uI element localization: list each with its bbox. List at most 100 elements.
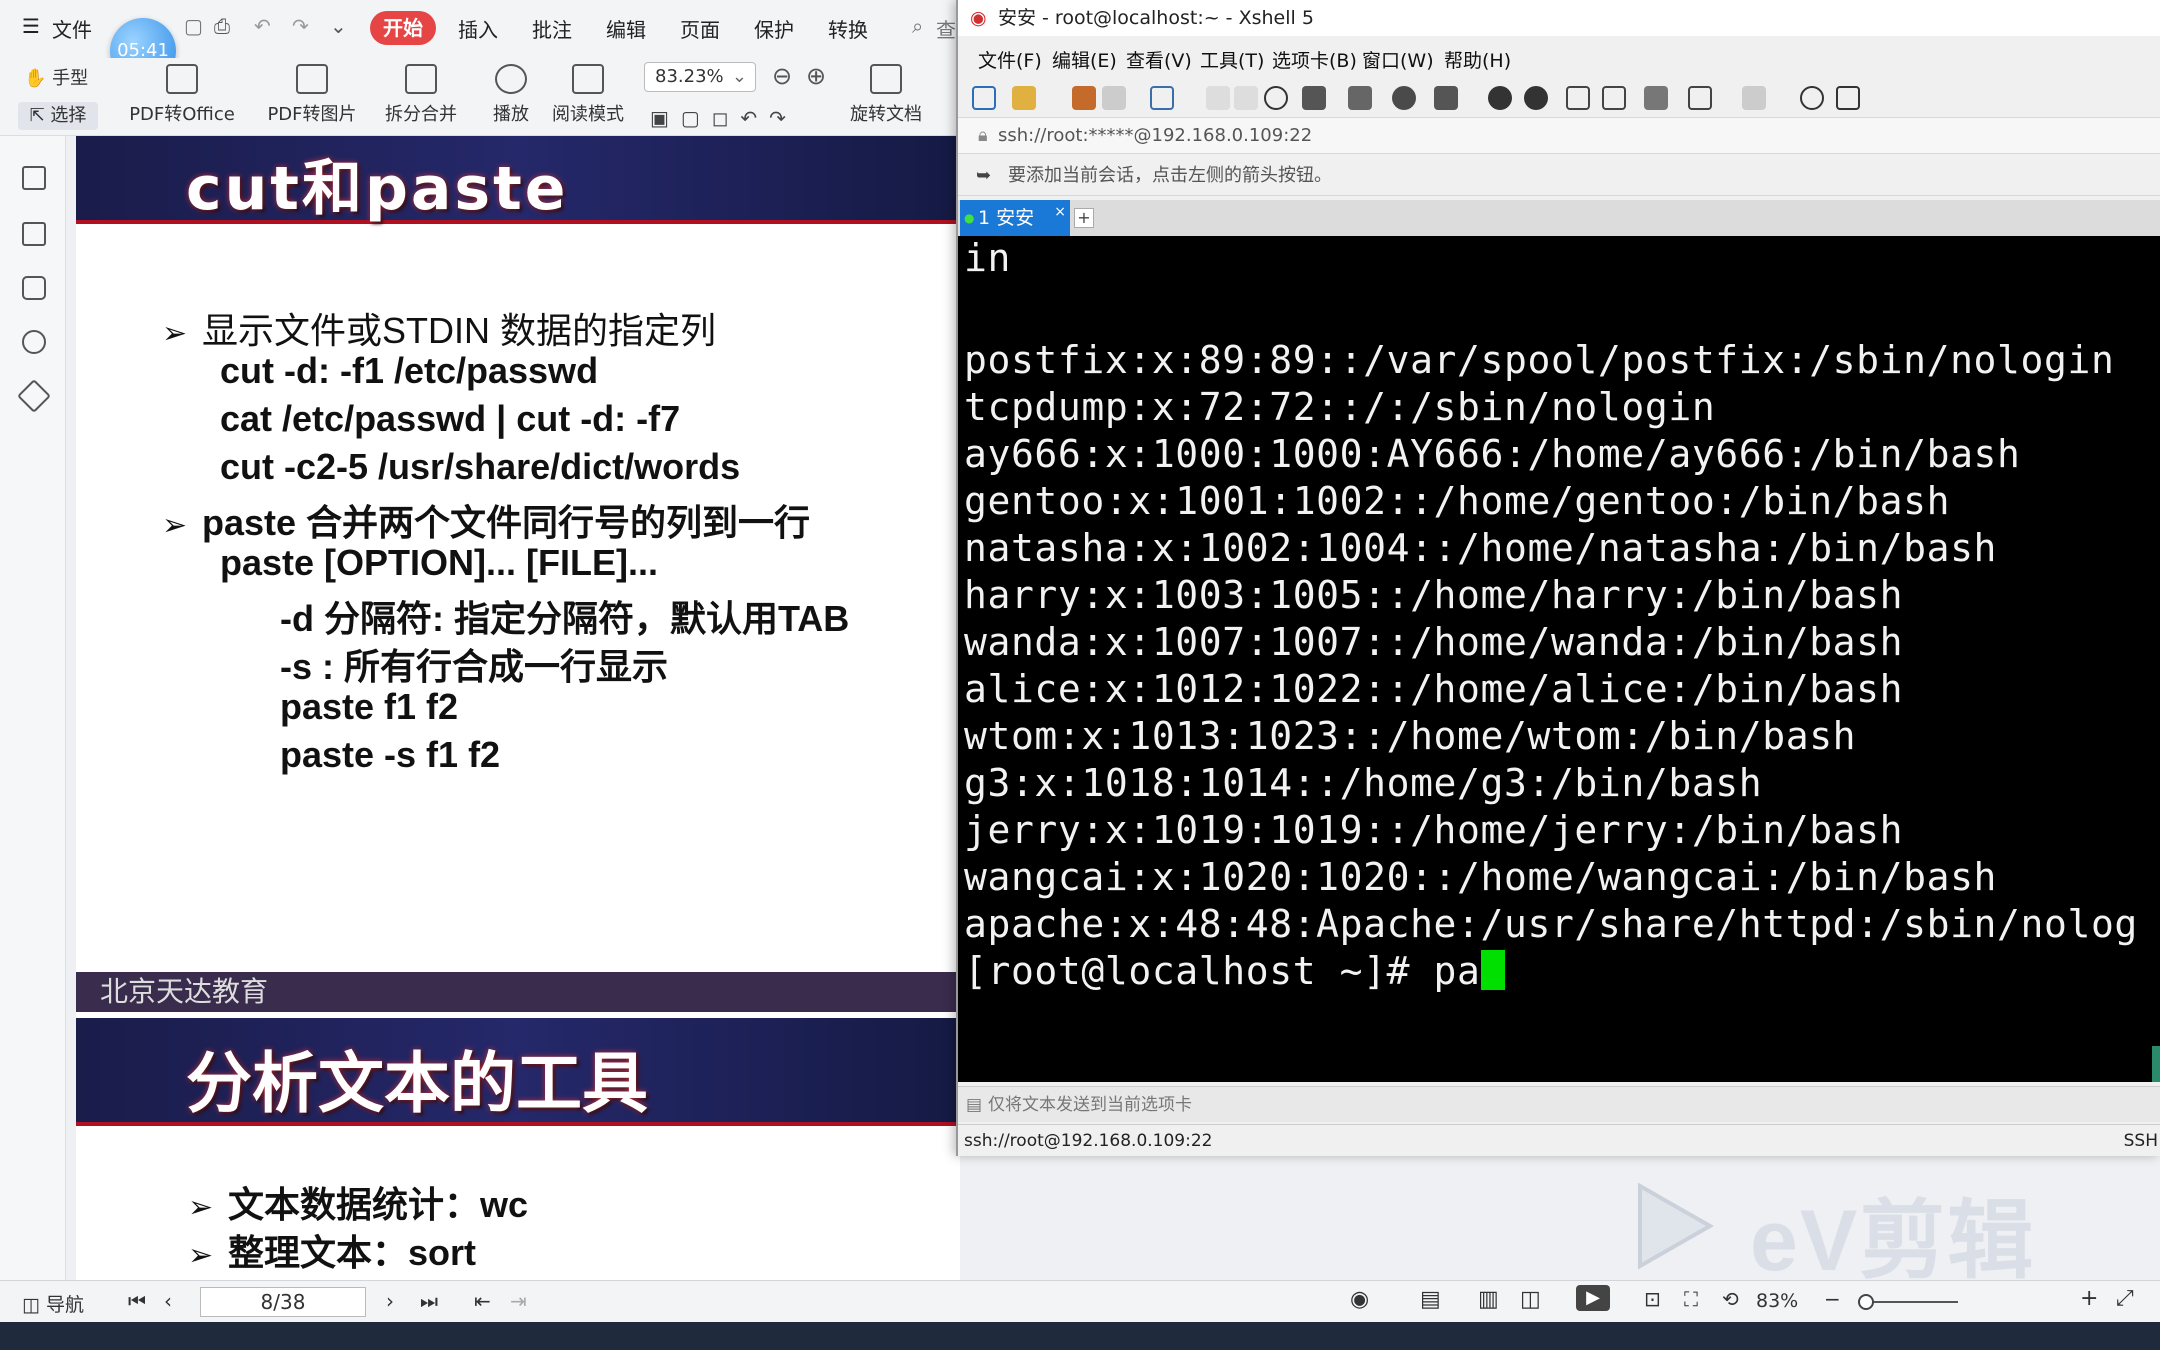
xftp-icon[interactable] <box>1488 86 1512 110</box>
lock-icon[interactable] <box>1602 86 1626 110</box>
search-icon[interactable]: ⌕ <box>912 14 923 38</box>
find-icon[interactable] <box>1264 86 1288 110</box>
add-tab-icon[interactable] <box>1688 86 1712 110</box>
compose-bar[interactable]: ▤ 仅将文本发送到当前选项卡 <box>958 1086 2160 1122</box>
menu-convert[interactable]: 转换 <box>828 14 868 43</box>
menu-item-view[interactable]: 查看(V) <box>1126 46 1192 73</box>
code-line: cat /etc/passwd | cut -d: -f7 <box>220 398 681 439</box>
globe-icon[interactable] <box>1392 86 1416 110</box>
menu-item-edit[interactable]: 编辑(E) <box>1052 46 1117 73</box>
menu-page[interactable]: 页面 <box>680 14 720 43</box>
view-tools-icon[interactable]: ▣▢◻↶↷ <box>650 106 798 130</box>
select-tool-button[interactable]: ⇱ 选择 <box>18 102 98 130</box>
read-mode-button[interactable]: 阅读模式 <box>548 64 628 126</box>
menu-item-file[interactable]: 文件(F) <box>978 46 1042 73</box>
close-tab-icon[interactable]: × <box>1054 194 1066 230</box>
menu-start[interactable]: 开始 <box>370 11 436 45</box>
rotate-doc-button[interactable]: 旋转文档 <box>846 64 926 126</box>
menu-insert[interactable]: 插入 <box>458 14 498 43</box>
zoom-slider[interactable] <box>1858 1294 1958 1310</box>
play-slideshow-icon[interactable]: ▶ <box>1576 1285 1610 1311</box>
zoom-slider-handle[interactable] <box>1858 1294 1874 1310</box>
print-icon[interactable]: ⎙ <box>214 14 230 38</box>
session-address-bar[interactable]: 🔒︎ ssh://root:*****@192.168.0.109:22 <box>958 118 2160 154</box>
open-folder-icon[interactable] <box>1012 86 1036 110</box>
add-tab-button[interactable]: + <box>1074 208 1094 228</box>
save-icon[interactable]: ▢ <box>184 14 203 38</box>
menu-edit[interactable]: 编辑 <box>606 14 646 43</box>
play-button[interactable]: 播放 <box>486 64 536 126</box>
menu-item-window[interactable]: 窗口(W) <box>1362 46 1434 73</box>
double-page-icon[interactable]: ◫ <box>1520 1287 1541 1312</box>
layout-icon[interactable] <box>1742 86 1766 110</box>
attachment-icon[interactable] <box>22 330 46 354</box>
terminal-line: apache:x:48:48:Apache:/usr/share/httpd:/… <box>964 902 2138 946</box>
thumbnail-icon[interactable] <box>22 222 46 246</box>
forward-icon[interactable]: ⇥ <box>510 1289 527 1313</box>
option-line: -d 分隔符: 指定分隔符，默认用TAB <box>280 598 850 639</box>
print-icon[interactable] <box>1302 86 1326 110</box>
comment-icon[interactable] <box>22 276 46 300</box>
menu-item-tabs[interactable]: 选项卡(B) <box>1272 46 1357 73</box>
code-line: paste f1 f2 <box>280 686 459 727</box>
nav-toggle[interactable]: ◫ 导航 <box>22 1290 84 1317</box>
terminal-prompt-line[interactable]: [root@localhost ~]# pa <box>964 949 1505 993</box>
menu-item-tools[interactable]: 工具(T) <box>1200 46 1264 73</box>
actual-size-icon[interactable]: ⊡ <box>1644 1287 1661 1311</box>
fit-page-icon[interactable]: ⛶ <box>1684 1287 1698 1311</box>
session-address: ssh://root:*****@192.168.0.109:22 <box>998 125 1313 146</box>
redo-icon[interactable]: ↷ <box>292 14 309 38</box>
back-icon[interactable]: ⇤ <box>474 1289 491 1313</box>
terminal[interactable]: in postfix:x:89:89::/var/spool/postfix:/… <box>958 236 2160 1082</box>
pdf-to-office-button[interactable]: PDF转Office <box>122 64 242 126</box>
terminal-line: jerry:x:1019:1019::/home/jerry:/bin/bash <box>964 808 1904 852</box>
page-number-input[interactable]: 8/38 <box>200 1287 366 1317</box>
help-icon[interactable] <box>1800 86 1824 110</box>
chat-icon[interactable] <box>1836 86 1860 110</box>
pdf-to-image-label: PDF转图片 <box>267 104 357 125</box>
xshell-menubar: 文件(F) 编辑(E) 查看(V) 工具(T) 选项卡(B) 窗口(W) 帮助(… <box>958 40 2160 76</box>
menu-search-label[interactable]: 查 <box>936 14 956 43</box>
tab-session-1[interactable]: ● 1 安安 × <box>960 200 1070 236</box>
fullscreen-icon[interactable] <box>1566 86 1590 110</box>
menu-annotate[interactable]: 批注 <box>532 14 572 43</box>
zoom-in-icon[interactable]: ⊕ <box>806 62 826 90</box>
terminal-line: wtom:x:1013:1023::/home/wtom:/bin/bash <box>964 714 1857 758</box>
single-page-icon[interactable]: ▤ <box>1420 1287 1441 1312</box>
zoom-out-icon[interactable]: ⊖ <box>772 62 792 90</box>
hand-tool-button[interactable]: ✋ 手型 <box>24 64 88 90</box>
menu-icon[interactable]: ☰ <box>22 14 40 38</box>
last-page-icon[interactable]: ⏭ <box>420 1289 438 1313</box>
properties-icon[interactable] <box>1150 86 1174 110</box>
first-page-icon[interactable]: ⏮ <box>128 1289 146 1313</box>
rotate-view-icon[interactable]: ⟲ <box>1722 1287 1739 1311</box>
undo-icon[interactable]: ↶ <box>254 14 271 38</box>
arrow-icon[interactable]: ➥ <box>976 156 991 196</box>
split-merge-button[interactable]: 拆分合并 <box>376 64 466 126</box>
disconnect-icon[interactable] <box>1102 86 1126 110</box>
prev-page-icon[interactable]: ‹ <box>164 1289 172 1313</box>
paste-icon[interactable] <box>1234 86 1258 110</box>
zoom-plus-icon[interactable]: + <box>2080 1286 2098 1311</box>
menu-item-help[interactable]: 帮助(H) <box>1444 46 1511 73</box>
font-icon[interactable] <box>1434 86 1458 110</box>
continuous-icon[interactable]: ▥ <box>1478 1287 1499 1312</box>
next-page-icon[interactable]: › <box>386 1289 394 1313</box>
signature-icon[interactable] <box>17 379 51 413</box>
fullscreen-icon[interactable]: ⤢ <box>2116 1286 2134 1311</box>
menu-file[interactable]: 文件 <box>52 14 92 43</box>
menu-protect[interactable]: 保护 <box>754 14 794 43</box>
terminal-scrollbar[interactable] <box>2152 1046 2160 1082</box>
new-session-icon[interactable] <box>972 86 996 110</box>
keyboard-icon[interactable] <box>1644 86 1668 110</box>
copy-icon[interactable] <box>1206 86 1230 110</box>
pdf-to-image-button[interactable]: PDF转图片 <box>262 64 362 126</box>
eye-icon[interactable]: ◉ <box>1350 1287 1369 1312</box>
zoom-select[interactable]: 83.23% ⌄ <box>644 62 756 92</box>
dropdown-icon[interactable]: ⌄ <box>330 14 347 38</box>
connect-icon[interactable] <box>1072 86 1096 110</box>
bookmark-icon[interactable] <box>22 166 46 190</box>
hand-tool-label: 手型 <box>52 68 89 89</box>
transfer-icon[interactable] <box>1348 86 1372 110</box>
xmanager-icon[interactable] <box>1524 86 1548 110</box>
